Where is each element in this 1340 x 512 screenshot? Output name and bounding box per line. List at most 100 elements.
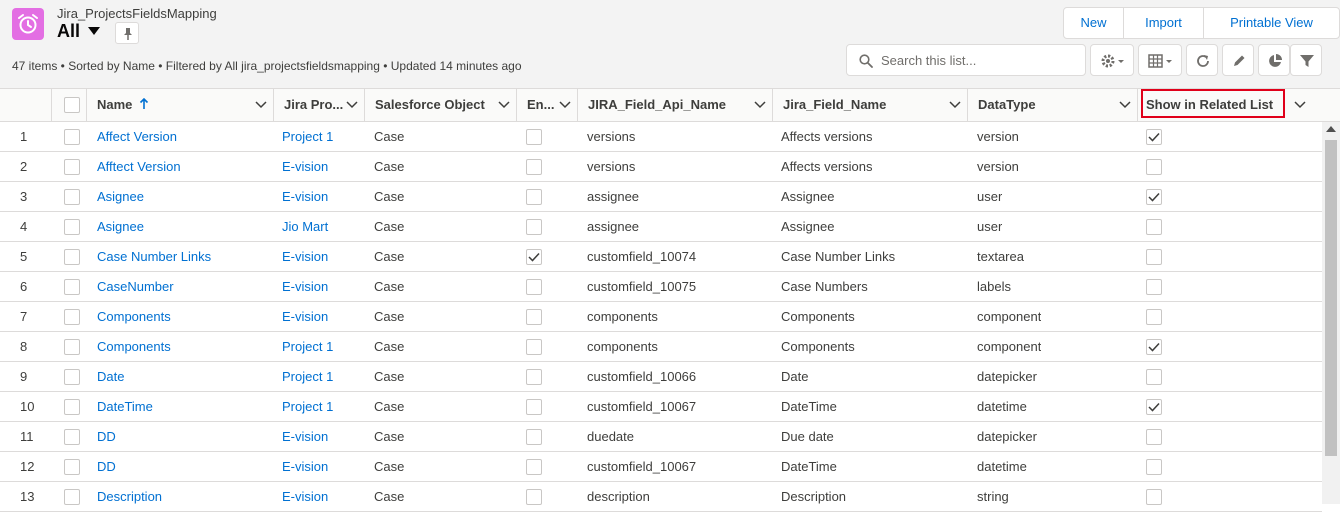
edit-columns-button[interactable] bbox=[1222, 44, 1254, 76]
jira-project-link[interactable]: Jio Mart bbox=[282, 219, 362, 234]
row-select-checkbox[interactable] bbox=[64, 309, 80, 325]
column-header-salesforce-object[interactable]: Salesforce Object bbox=[365, 89, 517, 121]
table-row[interactable]: 2 Afftect Version E-vision Case versions Affe… bbox=[0, 152, 1322, 182]
select-all-header bbox=[52, 89, 87, 121]
chevron-down-icon[interactable] bbox=[754, 100, 766, 110]
record-name-link[interactable]: Components bbox=[97, 339, 267, 354]
column-label: Salesforce Object bbox=[375, 97, 485, 112]
jira-project-link[interactable]: E-vision bbox=[282, 279, 362, 294]
record-name-link[interactable]: Date bbox=[97, 369, 267, 384]
column-header-enabled[interactable]: En... bbox=[517, 89, 578, 121]
chevron-down-icon[interactable] bbox=[255, 100, 267, 110]
chevron-down-icon[interactable] bbox=[949, 100, 961, 110]
table-row[interactable]: 13 Description E-vision Case description Desc… bbox=[0, 482, 1322, 512]
list-view-title[interactable]: All bbox=[57, 20, 80, 42]
row-select-checkbox[interactable] bbox=[64, 459, 80, 475]
select-all-checkbox[interactable] bbox=[64, 97, 80, 113]
scrollbar-thumb[interactable] bbox=[1325, 140, 1337, 456]
table-row[interactable]: 7 Components E-vision Case components Compone… bbox=[0, 302, 1322, 332]
record-name-link[interactable]: Description bbox=[97, 489, 267, 504]
table-row[interactable]: 11 DD E-vision Case duedate Due date datepicke… bbox=[0, 422, 1322, 452]
datatype-cell: datetime bbox=[977, 459, 1027, 474]
enabled-checkbox bbox=[526, 429, 542, 445]
table-row[interactable]: 3 Asignee E-vision Case assignee Assignee user bbox=[0, 182, 1322, 212]
jira-field-api-name-cell: components bbox=[587, 339, 658, 354]
search-input[interactable] bbox=[879, 50, 1079, 70]
table-row[interactable]: 4 Asignee Jio Mart Case assignee Assignee user bbox=[0, 212, 1322, 242]
column-label: DataType bbox=[978, 97, 1036, 112]
jira-project-link[interactable]: Project 1 bbox=[282, 339, 362, 354]
record-name-link[interactable]: Affect Version bbox=[97, 129, 267, 144]
row-select-checkbox[interactable] bbox=[64, 489, 80, 505]
table-row[interactable]: 10 DateTime Project 1 Case customfield_10067… bbox=[0, 392, 1322, 422]
row-select-checkbox[interactable] bbox=[64, 219, 80, 235]
jira-project-link[interactable]: E-vision bbox=[282, 309, 362, 324]
row-select-checkbox[interactable] bbox=[64, 159, 80, 175]
jira-project-link[interactable]: Project 1 bbox=[282, 399, 362, 414]
jira-field-api-name-cell: duedate bbox=[587, 429, 634, 444]
jira-project-link[interactable]: E-vision bbox=[282, 189, 362, 204]
record-name-link[interactable]: DD bbox=[97, 459, 267, 474]
row-select-checkbox[interactable] bbox=[64, 189, 80, 205]
jira-field-name-cell: Case Number Links bbox=[781, 249, 896, 264]
column-label: Name bbox=[97, 97, 133, 112]
table-row[interactable]: 6 CaseNumber E-vision Case customfield_10075… bbox=[0, 272, 1322, 302]
row-select-checkbox[interactable] bbox=[64, 339, 80, 355]
jira-project-link[interactable]: Project 1 bbox=[282, 369, 362, 384]
jira-project-link[interactable]: E-vision bbox=[282, 459, 362, 474]
record-name-link[interactable]: Asignee bbox=[97, 219, 267, 234]
table-row[interactable]: 9 Date Project 1 Case customfield_10066 Date d… bbox=[0, 362, 1322, 392]
jira-project-link[interactable]: E-vision bbox=[282, 489, 362, 504]
jira-project-link[interactable]: E-vision bbox=[282, 159, 362, 174]
salesforce-object-cell: Case bbox=[374, 219, 405, 234]
column-header-jira-field-api-name[interactable]: JIRA_Field_Api_Name bbox=[578, 89, 773, 121]
chevron-down-icon[interactable] bbox=[1119, 100, 1131, 110]
show-in-related-list-checkbox bbox=[1146, 219, 1162, 235]
jira-project-link[interactable]: Project 1 bbox=[282, 129, 362, 144]
row-number: 13 bbox=[20, 489, 35, 504]
record-name-link[interactable]: DateTime bbox=[97, 399, 267, 414]
pin-button[interactable] bbox=[115, 22, 139, 44]
column-header-jira-project[interactable]: Jira Pro... bbox=[274, 89, 365, 121]
record-name-link[interactable]: CaseNumber bbox=[97, 279, 267, 294]
table-row[interactable]: 12 DD E-vision Case customfield_10067 DateTim… bbox=[0, 452, 1322, 482]
table-row[interactable]: 5 Case Number Links E-vision Case customfiel… bbox=[0, 242, 1322, 272]
enabled-checkbox bbox=[526, 279, 542, 295]
row-select-checkbox[interactable] bbox=[64, 369, 80, 385]
enabled-checkbox bbox=[526, 309, 542, 325]
chevron-down-icon[interactable] bbox=[346, 100, 358, 110]
jira-project-link[interactable]: E-vision bbox=[282, 249, 362, 264]
row-select-checkbox[interactable] bbox=[64, 399, 80, 415]
refresh-button[interactable] bbox=[1186, 44, 1218, 76]
gear-icon bbox=[1101, 54, 1124, 68]
filter-button[interactable] bbox=[1290, 44, 1322, 76]
table-row[interactable]: 8 Components Project 1 Case components Compon… bbox=[0, 332, 1322, 362]
column-header-jira-field-name[interactable]: Jira_Field_Name bbox=[773, 89, 968, 121]
row-select-checkbox[interactable] bbox=[64, 249, 80, 265]
chevron-down-icon[interactable] bbox=[498, 100, 510, 110]
printable-view-button[interactable]: Printable View bbox=[1204, 8, 1339, 38]
list-view-caret-icon[interactable] bbox=[88, 27, 100, 35]
new-button[interactable]: New bbox=[1064, 8, 1124, 38]
record-name-link[interactable]: Components bbox=[97, 309, 267, 324]
record-name-link[interactable]: Case Number Links bbox=[97, 249, 267, 264]
display-as-button[interactable] bbox=[1138, 44, 1182, 76]
chevron-down-icon[interactable] bbox=[559, 100, 571, 110]
list-settings-button[interactable] bbox=[1090, 44, 1134, 76]
import-button[interactable]: Import bbox=[1124, 8, 1204, 38]
record-name-link[interactable]: Afftect Version bbox=[97, 159, 267, 174]
record-name-link[interactable]: Asignee bbox=[97, 189, 267, 204]
row-select-checkbox[interactable] bbox=[64, 129, 80, 145]
scroll-up-arrow-icon[interactable] bbox=[1326, 126, 1336, 132]
jira-field-name-cell: Affects versions bbox=[781, 159, 873, 174]
record-name-link[interactable]: DD bbox=[97, 429, 267, 444]
table-row[interactable]: 1 Affect Version Project 1 Case versions Affe… bbox=[0, 122, 1322, 152]
column-header-name[interactable]: Name bbox=[87, 89, 274, 121]
show-in-related-list-checkbox bbox=[1146, 489, 1162, 505]
row-select-checkbox[interactable] bbox=[64, 279, 80, 295]
column-header-datatype[interactable]: DataType bbox=[968, 89, 1138, 121]
row-select-checkbox[interactable] bbox=[64, 429, 80, 445]
chevron-down-icon[interactable] bbox=[1294, 100, 1306, 110]
charts-button[interactable] bbox=[1258, 44, 1290, 76]
jira-project-link[interactable]: E-vision bbox=[282, 429, 362, 444]
